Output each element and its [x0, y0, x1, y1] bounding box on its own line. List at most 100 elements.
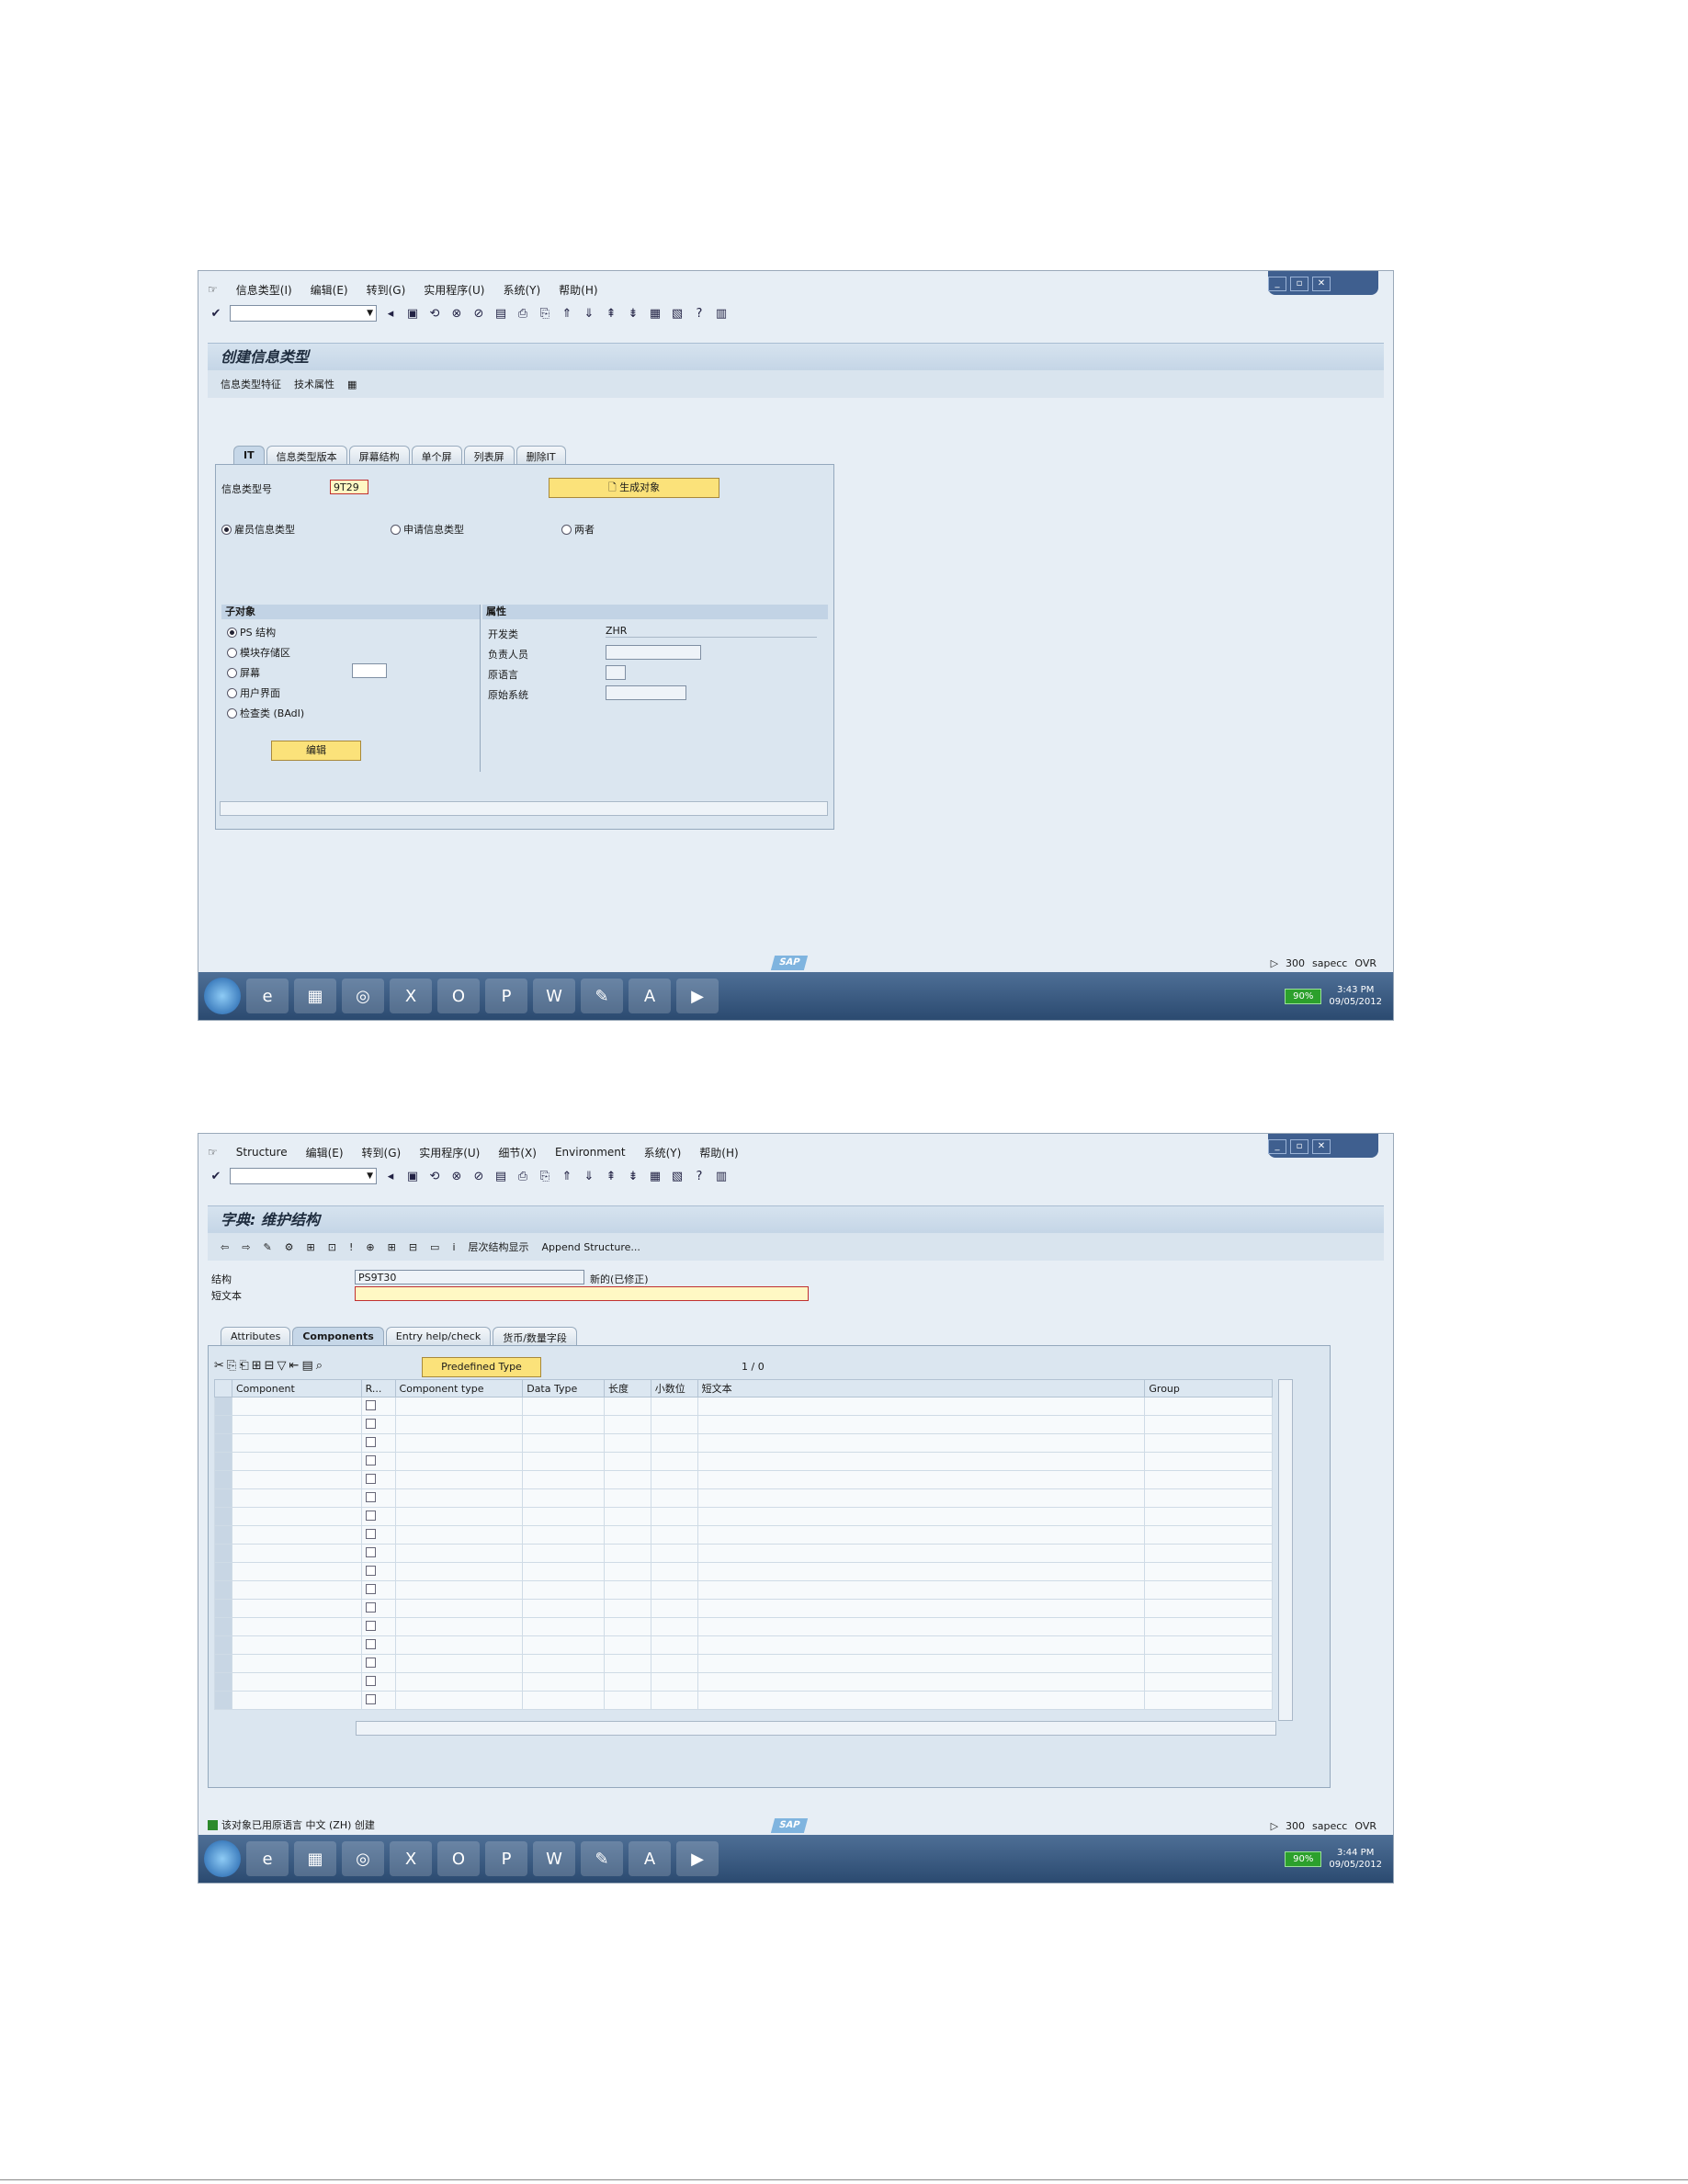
- menu-structure[interactable]: Structure: [236, 1146, 288, 1159]
- checkbox[interactable]: [365, 1675, 376, 1686]
- radio-check-class[interactable]: 检查类 (BAdI): [227, 706, 304, 720]
- technical-attributes-button[interactable]: 技术属性: [294, 377, 334, 391]
- word-icon[interactable]: W: [533, 979, 575, 1013]
- col-data-type[interactable]: Data Type: [522, 1379, 605, 1398]
- cell-rowsel[interactable]: [214, 1525, 232, 1545]
- display-object-icon[interactable]: ▭: [430, 1241, 439, 1253]
- menu-system[interactable]: 系统(Y): [644, 1145, 682, 1160]
- cell-component-type[interactable]: [394, 1433, 524, 1453]
- cell-component[interactable]: [231, 1507, 362, 1526]
- cell-group[interactable]: [1144, 1433, 1273, 1453]
- cell-r[interactable]: [360, 1397, 396, 1416]
- explorer-icon[interactable]: ▦: [294, 1841, 336, 1876]
- menu-help[interactable]: 帮助(H): [699, 1145, 738, 1160]
- col-component[interactable]: Component: [231, 1379, 362, 1398]
- media-icon[interactable]: ◎: [342, 1841, 384, 1876]
- cell-data-type[interactable]: [522, 1691, 605, 1710]
- client-number[interactable]: 300: [1286, 1820, 1305, 1832]
- cell-data-type[interactable]: [522, 1433, 605, 1453]
- menu-goto[interactable]: 转到(G): [367, 282, 406, 298]
- start-button[interactable]: [204, 1840, 241, 1877]
- radio-applicant-infotype[interactable]: 申请信息类型: [391, 522, 464, 537]
- cell-r[interactable]: [360, 1672, 396, 1692]
- cell-short-text[interactable]: [697, 1635, 1146, 1655]
- find-icon[interactable]: ⎙: [515, 305, 531, 322]
- print-icon[interactable]: ▤: [493, 1168, 509, 1184]
- acrobat-icon[interactable]: A: [629, 979, 671, 1013]
- previous-page-icon[interactable]: ⇓: [581, 305, 597, 322]
- checkbox[interactable]: [365, 1601, 376, 1613]
- cell-data-type[interactable]: [522, 1544, 605, 1563]
- command-field[interactable]: ▼: [230, 305, 377, 322]
- cell-short-text[interactable]: [697, 1433, 1146, 1453]
- powerpoint-icon[interactable]: P: [485, 979, 527, 1013]
- first-page-icon[interactable]: ⇑: [559, 1168, 575, 1184]
- checkbox[interactable]: [365, 1583, 376, 1594]
- menu-system[interactable]: 系统(Y): [503, 282, 540, 298]
- last-page-icon[interactable]: ⇟: [625, 1168, 641, 1184]
- cell-component-type[interactable]: [394, 1525, 524, 1545]
- cell-rowsel[interactable]: [214, 1562, 232, 1581]
- cell-component-type[interactable]: [394, 1544, 524, 1563]
- cell-r[interactable]: [360, 1617, 396, 1636]
- exit-icon[interactable]: ⊗: [448, 305, 465, 322]
- check-icon[interactable]: ⊡: [328, 1241, 336, 1253]
- cell-length[interactable]: [603, 1691, 651, 1710]
- acrobat-icon[interactable]: A: [629, 1841, 671, 1876]
- cell-component[interactable]: [231, 1470, 362, 1489]
- cell-group[interactable]: [1144, 1507, 1273, 1526]
- info-icon[interactable]: i: [452, 1241, 455, 1253]
- cell-decimals[interactable]: [650, 1397, 698, 1416]
- menu-help[interactable]: 帮助(H): [559, 282, 597, 298]
- cell-component[interactable]: [231, 1544, 362, 1563]
- cell-decimals[interactable]: [650, 1654, 698, 1673]
- excel-icon[interactable]: X: [390, 1841, 432, 1876]
- cell-data-type[interactable]: [522, 1654, 605, 1673]
- cell-rowsel[interactable]: [214, 1544, 232, 1563]
- cell-group[interactable]: [1144, 1470, 1273, 1489]
- cell-component[interactable]: [231, 1397, 362, 1416]
- cell-length[interactable]: [603, 1415, 651, 1434]
- cell-r[interactable]: [360, 1635, 396, 1655]
- layout-icon[interactable]: ▥: [713, 1168, 730, 1184]
- cell-group[interactable]: [1144, 1397, 1273, 1416]
- table-row[interactable]: [214, 1617, 1273, 1636]
- cell-data-type[interactable]: [522, 1488, 605, 1508]
- cell-length[interactable]: [603, 1617, 651, 1636]
- word-icon[interactable]: W: [533, 1841, 575, 1876]
- table-row[interactable]: [214, 1672, 1273, 1692]
- cell-data-type[interactable]: [522, 1599, 605, 1618]
- table-row[interactable]: [214, 1654, 1273, 1673]
- cell-component[interactable]: [231, 1617, 362, 1636]
- cell-component[interactable]: [231, 1525, 362, 1545]
- shortcut-icon[interactable]: ▧: [669, 305, 685, 322]
- checkbox[interactable]: [365, 1436, 376, 1447]
- excel-icon[interactable]: X: [390, 979, 432, 1013]
- back-nav-icon[interactable]: ⇦: [221, 1241, 229, 1253]
- hierarchy-display-button[interactable]: 层次结构显示: [469, 1239, 529, 1254]
- predefined-type-button[interactable]: Predefined Type: [422, 1357, 541, 1377]
- cell-component[interactable]: [231, 1562, 362, 1581]
- menu-icon[interactable]: ☞: [208, 1146, 218, 1159]
- cell-decimals[interactable]: [650, 1452, 698, 1471]
- last-page-icon[interactable]: ⇟: [625, 305, 641, 322]
- notes-icon[interactable]: ✎: [581, 979, 623, 1013]
- close-button[interactable]: ✕: [1312, 277, 1331, 291]
- cell-short-text[interactable]: [697, 1672, 1146, 1692]
- col-r[interactable]: R...: [360, 1379, 396, 1398]
- back-arrow-icon[interactable]: ◂: [382, 305, 399, 322]
- cell-r[interactable]: [360, 1654, 396, 1673]
- cell-decimals[interactable]: [650, 1599, 698, 1618]
- cell-group[interactable]: [1144, 1691, 1273, 1710]
- cell-group[interactable]: [1144, 1580, 1273, 1600]
- cell-component-type[interactable]: [394, 1562, 524, 1581]
- cell-decimals[interactable]: [650, 1691, 698, 1710]
- cell-decimals[interactable]: [650, 1507, 698, 1526]
- find-next-icon[interactable]: ⎘: [537, 305, 553, 322]
- checkbox[interactable]: [365, 1491, 376, 1502]
- cell-component-type[interactable]: [394, 1617, 524, 1636]
- table-row[interactable]: [214, 1507, 1273, 1526]
- cell-decimals[interactable]: [650, 1470, 698, 1489]
- checkbox[interactable]: [365, 1565, 376, 1576]
- cell-data-type[interactable]: [522, 1525, 605, 1545]
